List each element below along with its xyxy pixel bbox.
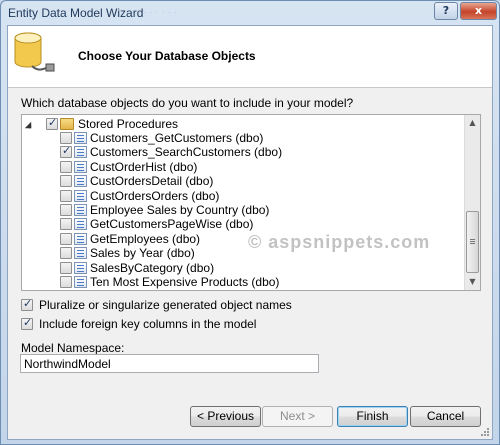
cancel-button[interactable]: Cancel [410,406,481,427]
help-button[interactable]: ? [434,2,458,20]
next-button[interactable]: Next > [262,406,333,427]
stored-procedure-checkbox[interactable] [60,218,72,231]
stored-procedure-icon [74,232,87,245]
tree-item-stored-procedure[interactable]: Employee Sales by Country (dbo) [22,203,462,217]
window-title: Entity Data Model Wizard [8,6,144,20]
stored-procedure-icon [74,175,87,188]
pluralize-label: Pluralize or singularize generated objec… [39,298,292,312]
stored-procedure-checkbox[interactable] [60,132,72,144]
stored-procedure-label: Customers_SearchCustomers (dbo) [90,145,283,160]
stored-procedure-label: Customers_GetCustomers (dbo) [90,131,264,145]
stored-procedure-icon [74,218,87,231]
wizard-body: Choose Your Database Objects Which datab… [7,25,493,440]
stored-procedure-checkbox[interactable] [60,261,72,274]
namespace-label: Model Namespace: [21,341,125,355]
database-objects-tree[interactable]: Stored Procedures Customers_GetCustomers… [21,114,481,291]
page-title: Choose Your Database Objects [78,49,256,63]
tree-item-stored-procedure[interactable]: CustOrdersDetail (dbo) [22,174,462,188]
resize-grip-icon[interactable] [480,427,490,437]
stored-procedure-icon [74,204,87,216]
tree-item-stored-procedure[interactable]: Customers_SearchCustomers (dbo) [22,144,462,160]
stored-procedure-checkbox[interactable] [60,160,72,173]
vertical-scrollbar[interactable]: ▲ ▼ [464,115,480,290]
stored-procedure-checkbox[interactable] [60,175,72,188]
stored-procedure-icon [74,261,87,274]
wizard-header: Choose Your Database Objects [8,26,492,88]
collapse-arrow-icon[interactable] [24,121,32,129]
stored-procedure-checkbox[interactable] [60,204,72,216]
stored-procedure-label: Employee Sales by Country (dbo) [90,203,270,217]
previous-button[interactable]: < Previous [190,406,261,427]
stored-procedure-icon [74,247,87,260]
tree-item-stored-procedure[interactable]: CustOrdersOrders (dbo) [22,189,462,203]
stored-procedure-label: GetCustomersPageWise (dbo) [90,217,254,232]
scroll-down-arrow-icon[interactable]: ▼ [465,274,480,290]
finish-button[interactable]: Finish [337,406,408,427]
stored-procedure-label: CustOrderHist (dbo) [90,159,198,174]
stored-procedure-icon [74,189,87,202]
tree-item-stored-procedure[interactable]: SalesByCategory (dbo) [22,261,462,275]
objects-question: Which database objects do you want to in… [21,96,354,110]
stored-procedure-checkbox[interactable] [60,189,72,202]
stored-procedure-label: CustOrdersDetail (dbo) [90,174,214,189]
close-button[interactable]: x [460,2,497,20]
namespace-input[interactable] [20,354,319,373]
stored-procedure-icon [74,276,87,288]
tree-item-stored-procedure[interactable]: Customers_GetCustomers (dbo) [22,131,462,145]
foreign-keys-checkbox[interactable] [21,316,33,330]
stored-procedure-checkbox[interactable] [60,232,72,245]
stored-procedure-icon [74,160,87,173]
title-ghost-text: · · · · · · · · [131,7,178,18]
foreign-keys-label: Include foreign key columns in the model [39,317,257,331]
stored-procedure-label: CustOrdersOrders (dbo) [90,188,220,203]
wizard-window: Entity Data Model Wizard · · · · · · · ·… [0,0,500,445]
tree-item-stored-procedure[interactable]: CustOrderHist (dbo) [22,160,462,174]
stored-procedure-checkbox[interactable] [60,276,72,288]
stored-procedure-icon [74,132,87,144]
title-bar[interactable]: Entity Data Model Wizard · · · · · · · ·… [1,1,499,25]
folder-icon [60,118,74,130]
stored-procedure-label: GetEmployees (dbo) [90,231,201,246]
tree-node-stored-procedures[interactable]: Stored Procedures [22,116,462,131]
stored-procedure-label: Ten Most Expensive Products (dbo) [90,275,280,289]
stored-procedure-label: Sales by Year (dbo) [90,246,195,261]
pluralize-checkbox[interactable] [21,297,33,311]
stored-procedure-label: SalesByCategory (dbo) [90,260,215,275]
stored-procedure-checkbox[interactable] [60,144,72,159]
database-icon [14,32,55,72]
stored-procedures-checkbox[interactable] [46,116,58,130]
tree-item-stored-procedure[interactable]: GetCustomersPageWise (dbo) [22,217,462,231]
tree-node-label: Stored Procedures [78,117,179,131]
tree-item-stored-procedure[interactable]: Ten Most Expensive Products (dbo) [22,275,462,289]
scroll-up-arrow-icon[interactable]: ▲ [465,115,480,131]
scrollbar-thumb[interactable] [466,211,479,273]
watermark-text: © aspsnippets.com [248,232,431,252]
stored-procedure-icon [74,146,87,159]
stored-procedure-checkbox[interactable] [60,247,72,260]
